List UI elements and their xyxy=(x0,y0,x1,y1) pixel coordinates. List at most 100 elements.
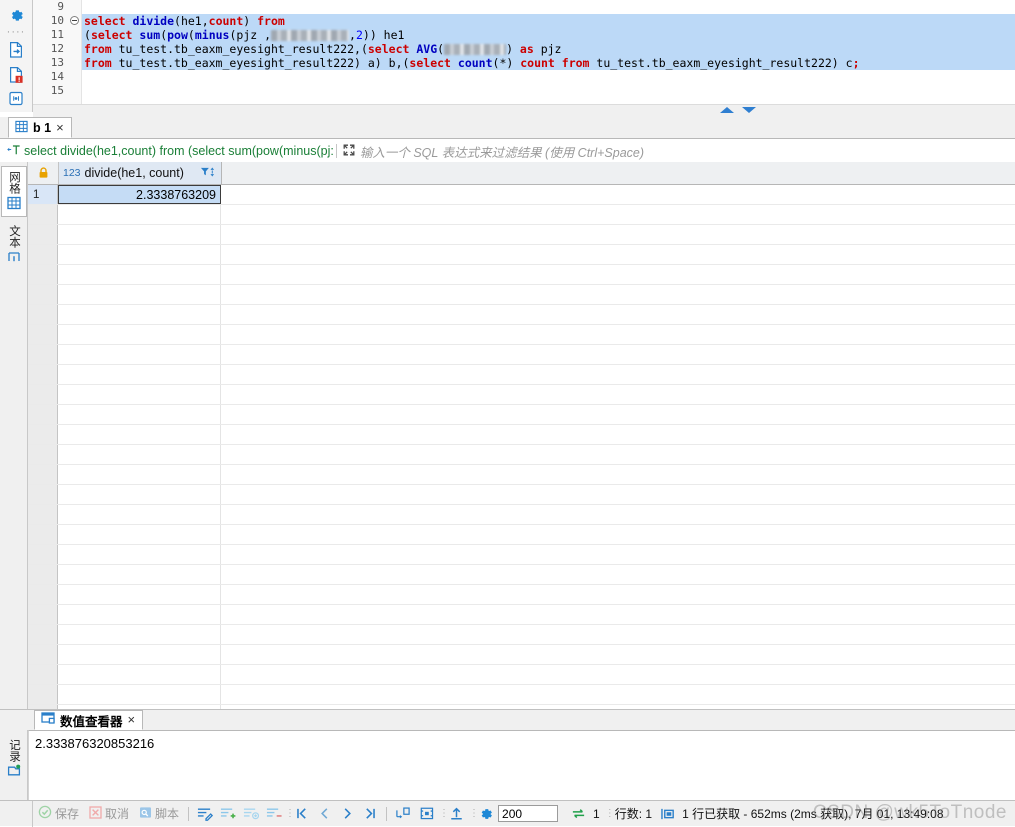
row-number[interactable] xyxy=(28,245,58,264)
grid-body[interactable]: 1 2.3338763209 xyxy=(28,185,1015,710)
first-page-button[interactable] xyxy=(290,801,313,827)
settings-gear-button[interactable] xyxy=(474,801,498,827)
table-row-empty[interactable] xyxy=(28,465,1015,485)
table-cell[interactable] xyxy=(58,505,221,524)
row-number[interactable] xyxy=(28,545,58,564)
next-page-button[interactable] xyxy=(336,801,359,827)
editor-scroll-arrows[interactable] xyxy=(720,104,760,116)
row-number[interactable] xyxy=(28,625,58,644)
table-cell[interactable] xyxy=(58,525,221,544)
table-row-empty[interactable] xyxy=(28,365,1015,385)
table-cell[interactable] xyxy=(58,425,221,444)
code-line[interactable]: from tu_test.tb_eaxm_eyesight_result222,… xyxy=(82,42,1015,56)
row-number[interactable] xyxy=(28,665,58,684)
table-row-empty[interactable] xyxy=(28,665,1015,685)
table-row-empty[interactable] xyxy=(28,425,1015,445)
code-line[interactable] xyxy=(82,0,1015,14)
row-number[interactable] xyxy=(28,385,58,404)
table-row-empty[interactable] xyxy=(28,625,1015,645)
row-number[interactable] xyxy=(28,405,58,424)
row-number[interactable] xyxy=(28,685,58,704)
code-line[interactable]: (select sum(pow(minus(pjz , ,2)) he1 xyxy=(82,28,1015,42)
fetch-next-button[interactable] xyxy=(391,801,415,827)
row-number[interactable] xyxy=(28,505,58,524)
row-number[interactable] xyxy=(28,465,58,484)
table-row-empty[interactable] xyxy=(28,685,1015,705)
filter-text-icon[interactable] xyxy=(6,143,21,159)
table-row-empty[interactable] xyxy=(28,585,1015,605)
refresh-button[interactable] xyxy=(558,801,591,827)
table-cell[interactable] xyxy=(58,325,221,344)
row-number[interactable] xyxy=(28,305,58,324)
fold-collapse-icon[interactable] xyxy=(70,16,79,25)
table-row-empty[interactable] xyxy=(28,245,1015,265)
row-number[interactable] xyxy=(28,365,58,384)
expand-icon[interactable] xyxy=(342,143,356,160)
duplicate-row-button[interactable] xyxy=(239,801,262,827)
prev-page-button[interactable] xyxy=(313,801,336,827)
sidebar-item-record[interactable]: 记录 xyxy=(1,736,27,783)
table-row-empty[interactable] xyxy=(28,645,1015,665)
result-filter-bar[interactable]: select divide(he1,count) from (select su… xyxy=(0,140,1015,163)
result-grid[interactable]: 123 divide(he1, count) 1 2.3338763209 xyxy=(28,162,1015,710)
close-icon[interactable]: × xyxy=(128,713,136,726)
table-row-empty[interactable] xyxy=(28,385,1015,405)
table-row-empty[interactable] xyxy=(28,285,1015,305)
sidebar-item-grid-view[interactable]: 网格 xyxy=(1,166,27,217)
table-row-empty[interactable] xyxy=(28,345,1015,365)
table-cell[interactable]: 2.3338763209 xyxy=(58,185,221,204)
table-cell[interactable] xyxy=(58,485,221,504)
filter-sql-text[interactable]: select divide(he1,count) from (select su… xyxy=(24,144,334,158)
table-cell[interactable] xyxy=(58,605,221,624)
table-row-empty[interactable] xyxy=(28,565,1015,585)
table-cell[interactable] xyxy=(58,645,221,664)
table-row-empty[interactable] xyxy=(28,265,1015,285)
table-row-empty[interactable] xyxy=(28,225,1015,245)
fetch-all-button[interactable] xyxy=(415,801,439,827)
delete-row-button[interactable] xyxy=(262,801,285,827)
edit-row-button[interactable] xyxy=(193,801,216,827)
row-number[interactable] xyxy=(28,425,58,444)
cancel-button[interactable]: 取消 xyxy=(84,801,134,827)
row-number[interactable] xyxy=(28,285,58,304)
table-row-empty[interactable] xyxy=(28,505,1015,525)
table-cell[interactable] xyxy=(58,285,221,304)
table-cell[interactable] xyxy=(58,565,221,584)
fetch-size-input[interactable]: 200 xyxy=(498,805,559,822)
code-line[interactable]: from tu_test.tb_eaxm_eyesight_result222)… xyxy=(82,56,1015,70)
lock-icon[interactable] xyxy=(28,162,59,184)
row-number[interactable] xyxy=(28,445,58,464)
code-line[interactable]: select divide(he1,count) from xyxy=(82,14,1015,28)
table-cell[interactable] xyxy=(58,205,221,224)
table-row-empty[interactable] xyxy=(28,305,1015,325)
editor-horizontal-scroll-strip[interactable] xyxy=(33,104,1015,118)
table-row-empty[interactable] xyxy=(28,205,1015,225)
table-cell[interactable] xyxy=(58,265,221,284)
row-number[interactable] xyxy=(28,485,58,504)
row-number[interactable] xyxy=(28,325,58,344)
code-line[interactable] xyxy=(82,70,1015,84)
row-number[interactable] xyxy=(28,525,58,544)
table-cell[interactable] xyxy=(58,365,221,384)
sql-editor[interactable]: 9 10 11 12 13 14 15 select divide(he1,co… xyxy=(33,0,1015,104)
table-cell[interactable] xyxy=(58,625,221,644)
row-number[interactable] xyxy=(28,205,58,224)
sidebar-item-text-view[interactable]: 文本 xyxy=(1,221,27,270)
table-cell[interactable] xyxy=(58,225,221,244)
script-button[interactable]: 脚本 xyxy=(134,801,184,827)
row-number[interactable]: 1 xyxy=(28,185,58,204)
table-cell[interactable] xyxy=(58,545,221,564)
export-script-icon[interactable] xyxy=(4,39,28,61)
code-line[interactable] xyxy=(82,84,1015,98)
row-number[interactable] xyxy=(28,265,58,284)
table-cell[interactable] xyxy=(58,665,221,684)
scroll-down-icon[interactable] xyxy=(742,107,756,113)
table-cell[interactable] xyxy=(58,385,221,404)
value-viewer-body[interactable]: 2.333876320853216 xyxy=(28,730,1015,800)
tab-value-viewer[interactable]: 数值查看器 × xyxy=(34,710,144,730)
row-number[interactable] xyxy=(28,225,58,244)
row-number[interactable] xyxy=(28,345,58,364)
table-row-empty[interactable] xyxy=(28,485,1015,505)
table-cell[interactable] xyxy=(58,685,221,704)
save-button[interactable]: 保存 xyxy=(33,801,84,827)
